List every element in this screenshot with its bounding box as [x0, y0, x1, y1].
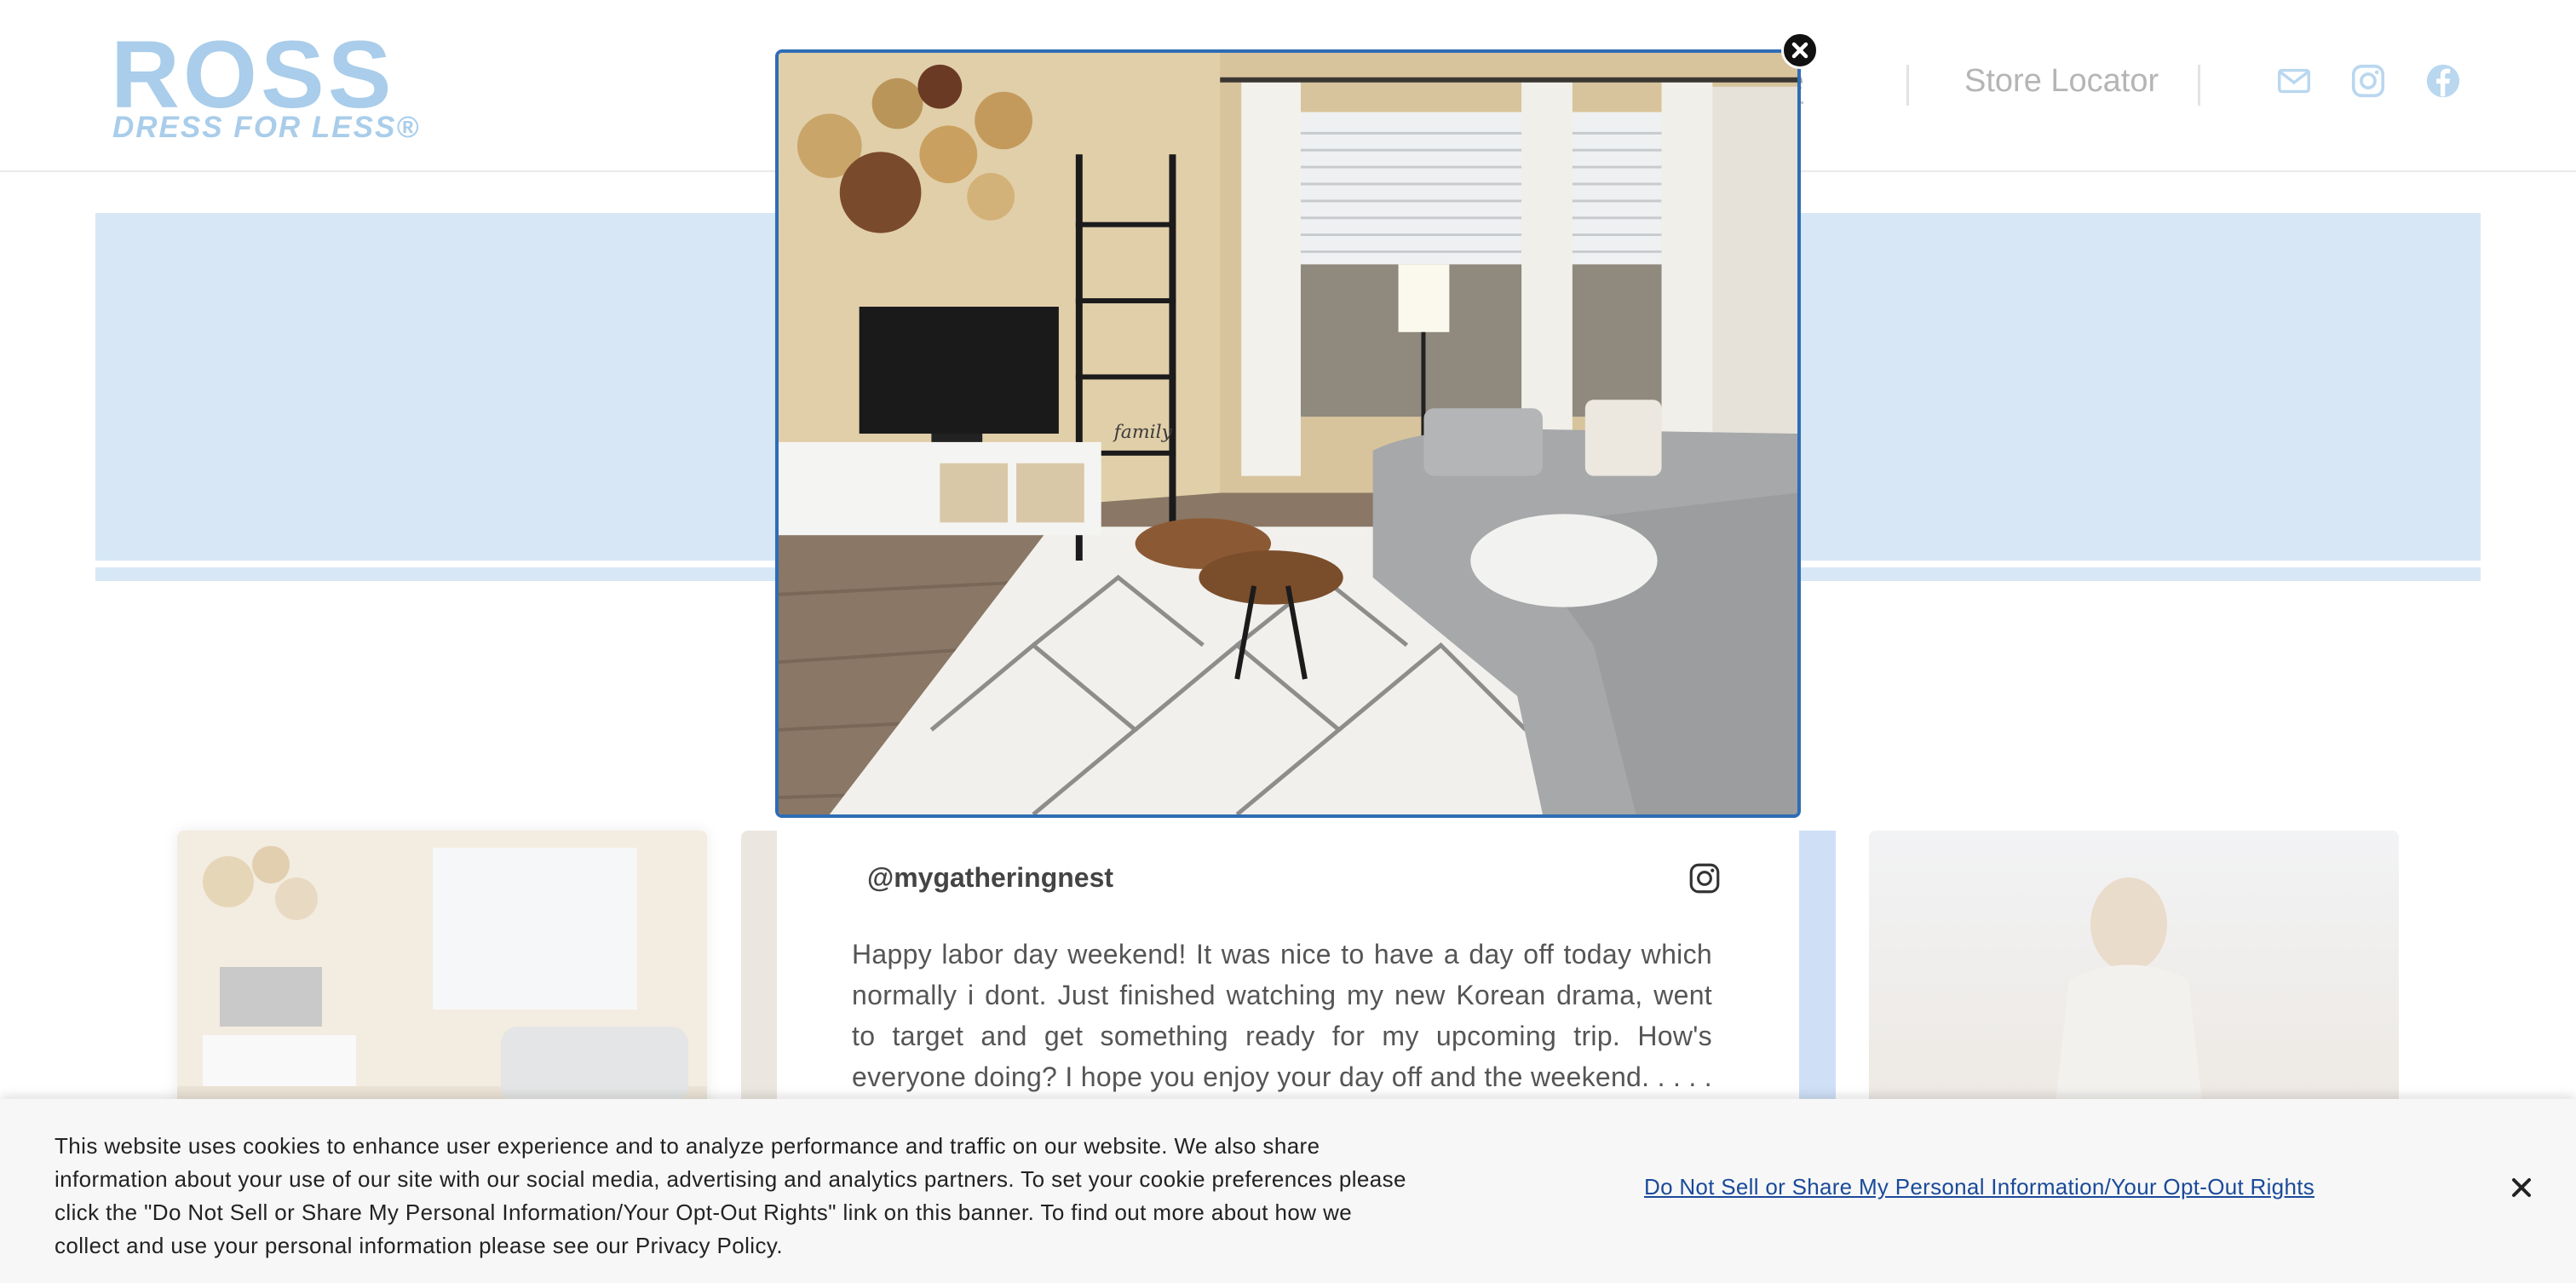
logo-wordmark: ROSS	[111, 21, 395, 128]
modal-close-button[interactable]	[1781, 32, 1819, 69]
nav-divider	[1906, 65, 1909, 106]
mail-icon[interactable]	[2274, 61, 2314, 101]
cookie-close-button[interactable]	[2504, 1171, 2539, 1205]
living-room-photo: family	[779, 53, 1797, 814]
ross-logo[interactable]: ROSS DRESS FOR LESS®	[111, 27, 418, 145]
instagram-icon[interactable]	[2349, 61, 2388, 101]
facebook-icon[interactable]	[2424, 61, 2463, 101]
cookie-banner-text: This website uses cookies to enhance use…	[55, 1133, 1406, 1258]
modal-photo: family	[775, 49, 1801, 818]
close-icon	[2512, 1178, 2531, 1197]
post-author-handle[interactable]: @mygatheringnest	[867, 862, 1113, 894]
nav-divider	[2198, 65, 2200, 106]
logo-tagline: DRESS FOR LESS®	[112, 111, 421, 144]
opt-out-rights-link[interactable]: Do Not Sell or Share My Personal Informa…	[1644, 1174, 2314, 1200]
instagram-icon[interactable]	[1687, 860, 1722, 896]
modal-post-details: @mygatheringnest Happy labor day weekend…	[777, 820, 1799, 1133]
close-icon	[1791, 42, 1808, 59]
photo-family-sign: family	[1113, 422, 1173, 443]
cookie-banner: This website uses cookies to enhance use…	[0, 1099, 2576, 1283]
nav-store-locator-link[interactable]: Store Locator	[1964, 63, 2159, 100]
